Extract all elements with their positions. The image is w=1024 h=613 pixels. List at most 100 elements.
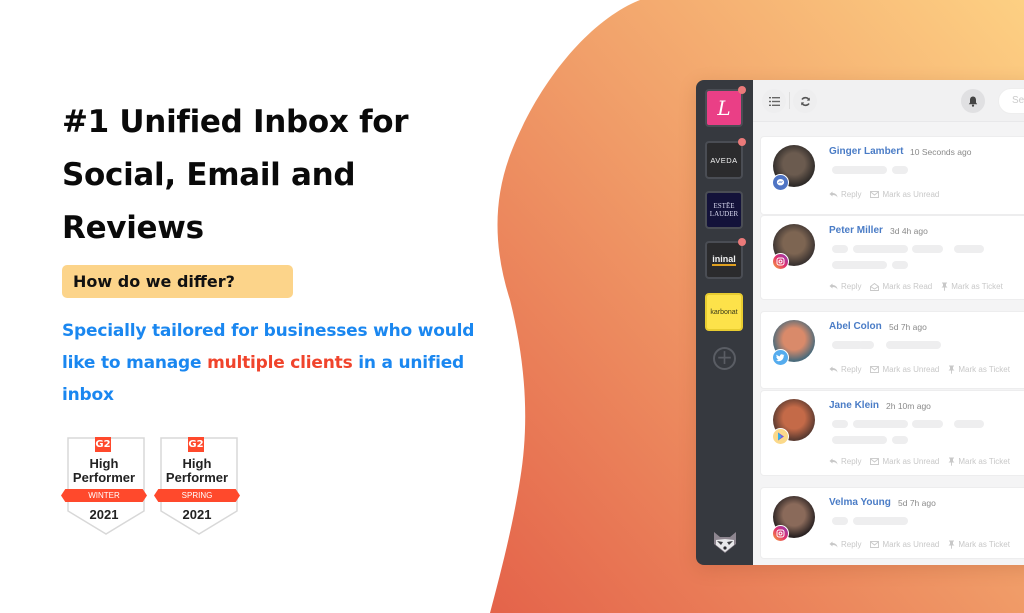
message-timestamp: 2h 10m ago [886, 401, 931, 411]
client-logo: L [717, 96, 731, 120]
action-reply[interactable]: Reply [829, 365, 861, 374]
action-reply[interactable]: Reply [829, 540, 861, 549]
client-logo: karbonat [710, 308, 738, 316]
channel-badge-twitter [772, 349, 789, 366]
channel-badge-messenger [772, 174, 789, 191]
client-logo: ininal [712, 253, 736, 266]
envelope-icon [870, 458, 880, 465]
action-label: Mark as Ticket [958, 457, 1010, 466]
message-preview-placeholder [858, 341, 874, 349]
action-mark-as-unread[interactable]: Mark as Unread [870, 365, 939, 374]
sender-name[interactable]: Jane Klein [829, 400, 879, 411]
pin-icon [948, 365, 955, 374]
badge-season-ribbon: SPRING [154, 489, 240, 502]
action-label: Reply [841, 457, 862, 466]
action-label: Reply [841, 540, 862, 549]
action-mark-as-ticket[interactable]: Mark as Ticket [941, 282, 1003, 291]
envelope-open-icon [870, 282, 880, 291]
message-actions: Reply Mark as Unread Mark as Ticket [829, 365, 1010, 374]
g2-badge-spring: G2 High Performer SPRING 2021 [154, 437, 242, 537]
badge-title-line-1: High [182, 456, 212, 471]
g2-badge-winter: G2 High Performer WINTER 2021 [61, 437, 149, 537]
client-karbonat[interactable]: karbonat [705, 293, 743, 331]
reply-icon [829, 191, 838, 198]
client-logo-line-2: LAUDER [709, 210, 739, 218]
g2-logo-icon: G2 [188, 437, 204, 452]
client-estee-lauder[interactable]: ESTĒE LAUDER [705, 191, 743, 229]
message-card[interactable]: Abel Colon 5d 7h ago Reply Mark as Unread Ma… [760, 311, 1024, 389]
action-reply[interactable]: Reply [829, 190, 861, 199]
action-label: Mark as Ticket [958, 365, 1010, 374]
action-mark-as-unread[interactable]: Mark as Unread [870, 190, 939, 199]
badge-year: 2021 [89, 507, 119, 522]
action-label: Mark as Unread [882, 540, 940, 549]
client-ininal[interactable]: ininal [705, 241, 743, 279]
refresh-button[interactable] [793, 89, 817, 113]
message-card[interactable]: Velma Young 5d 7h ago Reply Mark as Unread M… [760, 487, 1024, 559]
sender-name[interactable]: Ginger Lambert [829, 146, 903, 157]
badge-title: High Performer [63, 457, 145, 485]
client-l[interactable]: L [705, 89, 743, 127]
action-mark-as-unread[interactable]: Mark as Unread [870, 457, 939, 466]
reply-icon [829, 458, 838, 465]
badge-year: 2021 [182, 507, 212, 522]
message-preview-placeholder [954, 420, 984, 428]
message-card[interactable]: Peter Miller 3d 4h ago Reply Mark as Read Ma… [760, 215, 1024, 300]
action-label: Mark as Unread [882, 190, 940, 199]
messenger-icon [776, 179, 785, 186]
sender-name[interactable]: Velma Young [829, 497, 891, 508]
action-mark-as-ticket[interactable]: Mark as Ticket [948, 365, 1010, 374]
search-input[interactable]: Se [998, 88, 1024, 114]
pin-icon [948, 540, 955, 549]
message-preview-placeholder [853, 517, 908, 525]
message-actions: Reply Mark as Unread Mark as Ticket [829, 540, 1010, 549]
how-do-we-differ-badge: How do we differ? [62, 265, 293, 298]
message-preview-placeholder [892, 166, 908, 174]
unread-dot [738, 238, 746, 246]
action-label: Mark as Unread [882, 365, 940, 374]
headline-line-3: Reviews [62, 210, 204, 246]
action-reply[interactable]: Reply [829, 282, 861, 291]
message-card[interactable]: Ginger Lambert 10 Seconds ago Reply Mark as… [760, 136, 1024, 215]
reply-icon [829, 283, 838, 290]
message-preview-placeholder [892, 261, 908, 269]
message-preview-placeholder [832, 245, 848, 253]
message-preview-placeholder [912, 245, 943, 253]
add-client-button[interactable]: + [713, 347, 736, 370]
message-actions: Reply Mark as Unread [829, 190, 939, 199]
action-mark-as-read[interactable]: Mark as Read [870, 282, 932, 291]
pin-icon [948, 457, 955, 466]
sender-name[interactable]: Peter Miller [829, 225, 883, 236]
action-mark-as-ticket[interactable]: Mark as Ticket [948, 457, 1010, 466]
raccoon-logo-icon [714, 532, 736, 553]
headline: #1 Unified Inbox for Social, Email and R… [62, 96, 482, 255]
headline-line-1: #1 Unified Inbox for [62, 104, 409, 140]
tagline: Specially tailored for businesses who wo… [62, 315, 502, 411]
envelope-icon [870, 366, 880, 373]
message-timestamp: 3d 4h ago [890, 226, 928, 236]
reply-icon [829, 541, 838, 548]
action-mark-as-ticket[interactable]: Mark as Ticket [948, 540, 1010, 549]
message-card[interactable]: Jane Klein 2h 10m ago Reply Mark as Unread M… [760, 390, 1024, 476]
twitter-icon [776, 353, 785, 361]
action-label: Reply [841, 190, 862, 199]
list-view-button[interactable] [762, 89, 786, 113]
g2-logo-icon: G2 [95, 437, 111, 452]
notifications-button[interactable] [961, 89, 985, 113]
message-preview-placeholder [832, 436, 887, 444]
action-mark-as-unread[interactable]: Mark as Unread [870, 540, 939, 549]
channel-badge-instagram [772, 525, 789, 542]
action-reply[interactable]: Reply [829, 457, 861, 466]
sender-name[interactable]: Abel Colon [829, 321, 882, 332]
inbox-app-window: L AVEDA ESTĒE LAUDER ininal karbonat + S… [696, 80, 1024, 565]
message-preview-placeholder [832, 166, 887, 174]
inbox-main: Se Ginger Lambert 10 Seconds ago Reply Mark… [753, 80, 1024, 565]
message-preview-placeholder [892, 436, 908, 444]
toolbar-divider [789, 92, 790, 109]
instagram-icon [776, 529, 785, 538]
client-aveda[interactable]: AVEDA [705, 141, 743, 179]
instagram-icon [776, 257, 785, 266]
message-preview-placeholder [853, 420, 908, 428]
message-preview-placeholder [853, 245, 908, 253]
headline-line-2: Social, Email and [62, 157, 356, 193]
